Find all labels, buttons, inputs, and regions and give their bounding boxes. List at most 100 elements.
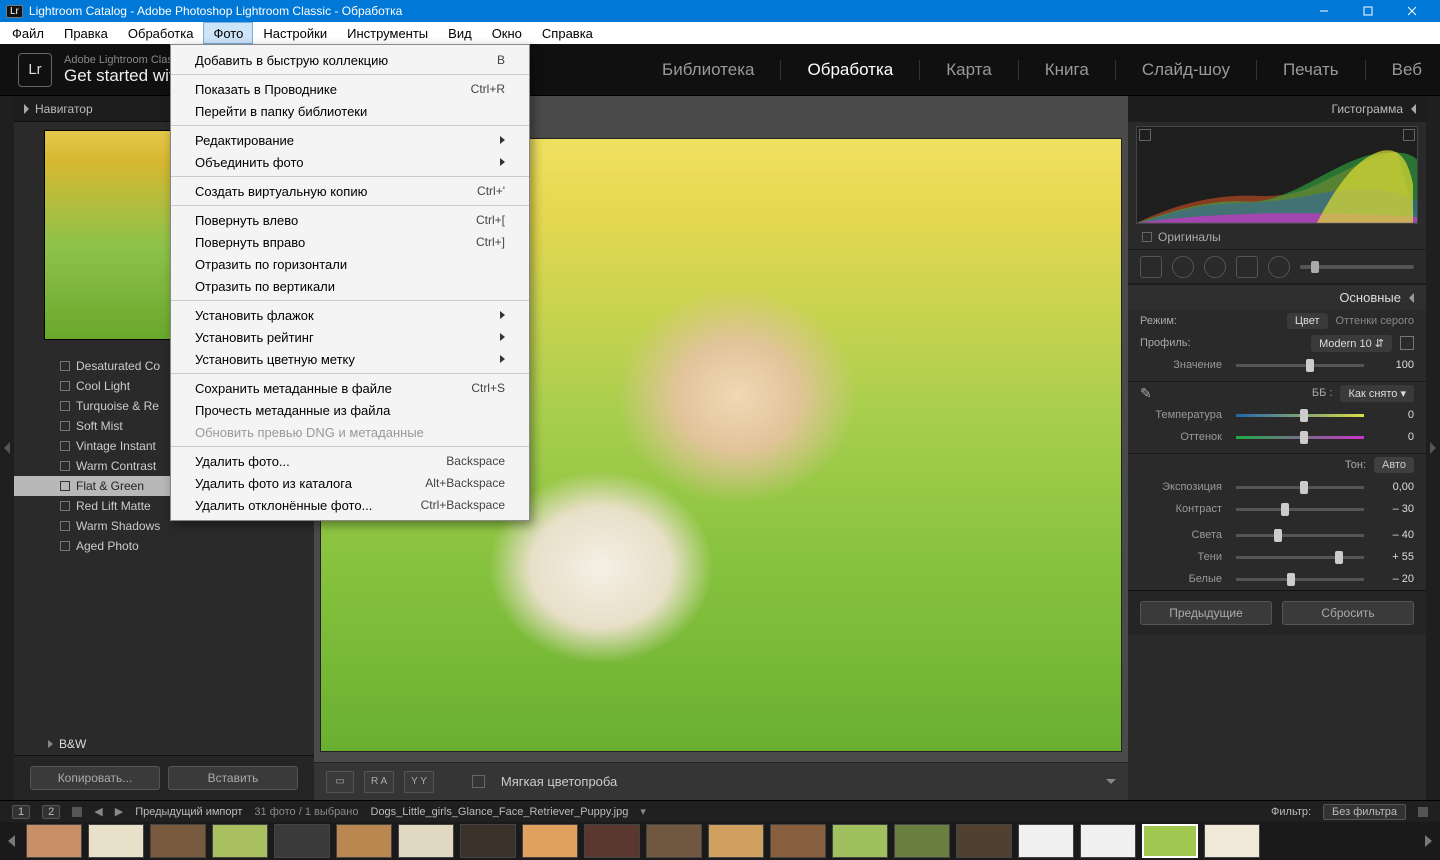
thumbnail[interactable] — [398, 824, 454, 858]
thumbnail[interactable] — [336, 824, 392, 858]
thumbnail[interactable] — [88, 824, 144, 858]
thumbnail[interactable] — [522, 824, 578, 858]
maximize-button[interactable] — [1346, 0, 1390, 22]
menu-item[interactable]: Удалить фото из каталогаAlt+Backspace — [171, 472, 529, 494]
histogram[interactable] — [1136, 126, 1418, 224]
menu-item[interactable]: Удалить фото...Backspace — [171, 450, 529, 472]
grid-icon[interactable] — [72, 807, 82, 817]
profile-picker[interactable]: Modern 10 ⇵ — [1311, 335, 1392, 352]
filter-lock-icon[interactable] — [1418, 807, 1428, 817]
before-after-ra-button[interactable]: R A — [364, 771, 394, 793]
spot-tool[interactable] — [1172, 256, 1194, 278]
histogram-header[interactable]: Гистограмма — [1128, 96, 1426, 122]
thumbnail[interactable] — [460, 824, 516, 858]
grad-tool[interactable] — [1236, 256, 1258, 278]
shadow-clip-icon[interactable] — [1139, 129, 1151, 141]
originals-row[interactable]: Оригиналы — [1128, 224, 1426, 250]
preset-item[interactable]: Aged Photo — [14, 536, 314, 556]
thumbnail[interactable] — [1080, 824, 1136, 858]
paste-button[interactable]: Вставить — [168, 766, 298, 790]
source-label[interactable]: Предыдущий импорт — [135, 806, 242, 818]
menu-окно[interactable]: Окно — [482, 22, 532, 44]
left-panel-collapse[interactable] — [0, 96, 14, 800]
thumbnail[interactable] — [770, 824, 826, 858]
module-3[interactable]: Книга — [1045, 56, 1089, 84]
close-button[interactable] — [1390, 0, 1434, 22]
menu-обработка[interactable]: Обработка — [118, 22, 204, 44]
whites-slider[interactable] — [1236, 578, 1364, 581]
module-0[interactable]: Библиотека — [662, 56, 754, 84]
loupe-view-button[interactable]: ▭ — [326, 771, 354, 793]
nav-next-icon[interactable]: ▶ — [115, 805, 123, 818]
softproof-checkbox[interactable] — [472, 775, 485, 788]
screen-1[interactable]: 1 — [12, 805, 30, 819]
module-4[interactable]: Слайд-шоу — [1142, 56, 1230, 84]
menu-item[interactable]: Повернуть вправоCtrl+] — [171, 231, 529, 253]
previous-button[interactable]: Предыдущие — [1140, 601, 1272, 625]
thumbnail[interactable] — [894, 824, 950, 858]
toolbar-options-dropdown[interactable] — [1106, 779, 1116, 784]
treatment-gray[interactable]: Оттенки серого — [1336, 315, 1414, 327]
nav-prev-icon[interactable]: ◀ — [94, 805, 102, 818]
shadows-slider[interactable] — [1236, 556, 1364, 559]
thumbnail[interactable] — [708, 824, 764, 858]
basic-header[interactable]: Основные — [1128, 284, 1426, 310]
highlights-slider[interactable] — [1236, 534, 1364, 537]
menu-фото[interactable]: Фото — [203, 22, 253, 44]
tool-slider[interactable] — [1300, 265, 1414, 269]
thumbnail[interactable] — [1204, 824, 1260, 858]
menu-item[interactable]: Создать виртуальную копиюCtrl+' — [171, 180, 529, 202]
menu-item[interactable]: Редактирование — [171, 129, 529, 151]
eyedropper-icon[interactable]: ✎ — [1140, 385, 1152, 402]
menu-item[interactable]: Прочесть метаданные из файла — [171, 399, 529, 421]
menu-item[interactable]: Отразить по горизонтали — [171, 253, 529, 275]
temp-slider[interactable] — [1236, 414, 1364, 417]
thumbnail[interactable] — [646, 824, 702, 858]
scroll-left-icon[interactable] — [8, 835, 15, 847]
module-6[interactable]: Веб — [1392, 56, 1422, 84]
copy-button[interactable]: Копировать... — [30, 766, 160, 790]
menu-справка[interactable]: Справка — [532, 22, 603, 44]
menu-item[interactable]: Показать в ПроводникеCtrl+R — [171, 78, 529, 100]
thumbnail[interactable] — [26, 824, 82, 858]
thumbnail[interactable] — [584, 824, 640, 858]
thumbnail[interactable] — [956, 824, 1012, 858]
amount-slider[interactable] — [1236, 364, 1364, 367]
module-1[interactable]: Обработка — [807, 56, 893, 84]
filter-dropdown[interactable]: Без фильтра — [1323, 804, 1406, 820]
module-2[interactable]: Карта — [946, 56, 992, 84]
minimize-button[interactable] — [1302, 0, 1346, 22]
menu-item[interactable]: Добавить в быструю коллекциюB — [171, 49, 529, 71]
thumbnail[interactable] — [212, 824, 268, 858]
menu-item[interactable]: Перейти в папку библиотеки — [171, 100, 529, 122]
right-panel-collapse[interactable] — [1426, 96, 1440, 800]
contrast-slider[interactable] — [1236, 508, 1364, 511]
thumbnail[interactable] — [150, 824, 206, 858]
preset-group-bw[interactable]: B&W — [14, 733, 314, 755]
thumbnail[interactable] — [1142, 824, 1198, 858]
reset-button[interactable]: Сбросить — [1282, 601, 1414, 625]
menu-инструменты[interactable]: Инструменты — [337, 22, 438, 44]
treatment-color[interactable]: Цвет — [1287, 313, 1328, 329]
auto-tone-button[interactable]: Авто — [1374, 457, 1414, 473]
crop-tool[interactable] — [1140, 256, 1162, 278]
thumbnail[interactable] — [832, 824, 888, 858]
highlight-clip-icon[interactable] — [1403, 129, 1415, 141]
menu-правка[interactable]: Правка — [54, 22, 118, 44]
menu-файл[interactable]: Файл — [2, 22, 54, 44]
before-after-yy-button[interactable]: Y Y — [404, 771, 434, 793]
scroll-right-icon[interactable] — [1425, 835, 1432, 847]
menu-item[interactable]: Отразить по вертикали — [171, 275, 529, 297]
menu-item[interactable]: Сохранить метаданные в файлеCtrl+S — [171, 377, 529, 399]
redeye-tool[interactable] — [1204, 256, 1226, 278]
menu-item[interactable]: Установить цветную метку — [171, 348, 529, 370]
menu-вид[interactable]: Вид — [438, 22, 482, 44]
exposure-slider[interactable] — [1236, 486, 1364, 489]
wb-picker[interactable]: Как снято ▾ — [1340, 385, 1414, 402]
radial-tool[interactable] — [1268, 256, 1290, 278]
tint-slider[interactable] — [1236, 436, 1364, 439]
thumbnail[interactable] — [274, 824, 330, 858]
menu-item[interactable]: Установить флажок — [171, 304, 529, 326]
profile-browser-icon[interactable] — [1400, 336, 1414, 350]
menu-item[interactable]: Удалить отклонённые фото...Ctrl+Backspac… — [171, 494, 529, 516]
